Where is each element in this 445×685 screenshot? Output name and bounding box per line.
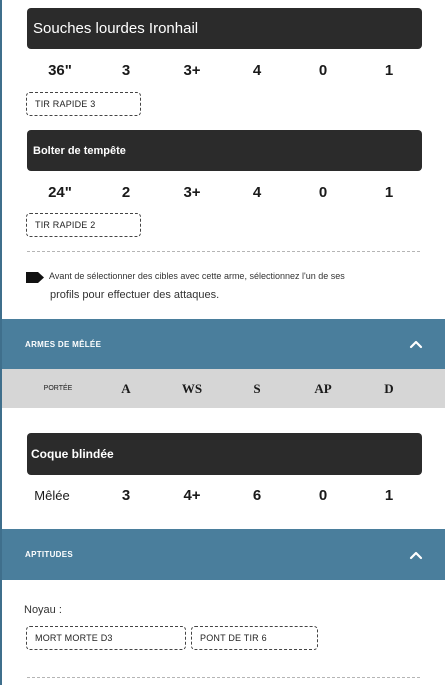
weapon-name-bar: Bolter de tempête <box>27 130 422 171</box>
stat-attacks: 3 <box>121 487 131 504</box>
header-range: PORTÉE <box>43 385 73 392</box>
stat-ap: 0 <box>318 487 328 504</box>
divider <box>27 677 420 678</box>
ability-tag[interactable]: PONT DE TIR 6 <box>191 626 318 650</box>
weapon-name: Coque blindée <box>31 447 114 461</box>
stat-damage: 1 <box>384 184 394 201</box>
weapon-stats-row: 36" 3 3+ 4 0 1 <box>0 59 445 83</box>
weapon-name-bar: Souches lourdes Ironhail <box>27 8 422 49</box>
weapon-name: Bolter de tempête <box>33 144 126 157</box>
header-damage: D <box>384 381 394 396</box>
header-ap: AP <box>314 381 332 396</box>
stat-ap: 0 <box>318 62 328 79</box>
notice-line-2: profils pour effectuer des attaques. <box>50 289 220 301</box>
weapon-name: Souches lourdes Ironhail <box>33 20 199 37</box>
divider <box>27 251 420 252</box>
core-label: Noyau : <box>24 604 62 616</box>
stat-ap: 0 <box>318 184 328 201</box>
stat-range: Mêlée <box>34 488 70 503</box>
weapon-keyword-tag[interactable]: TIR RAPIDE 2 <box>26 213 141 237</box>
stat-damage: 1 <box>384 487 394 504</box>
stat-damage: 1 <box>384 62 394 79</box>
stat-strength: 4 <box>252 62 262 79</box>
section-title: ARMES DE MÊLÉE <box>25 339 102 349</box>
section-title: APTITUDES <box>25 550 74 559</box>
stat-attacks: 2 <box>121 184 131 201</box>
header-attacks: A <box>121 381 131 396</box>
stat-range: 24" <box>48 184 72 201</box>
arrow-tag-icon <box>26 272 44 283</box>
chevron-up-icon[interactable] <box>409 548 423 562</box>
ability-tag[interactable]: MORT MORTE D3 <box>26 626 186 650</box>
header-strength: S <box>253 381 261 396</box>
abilities-section-header[interactable]: APTITUDES <box>2 529 445 580</box>
weapon-name-bar: Coque blindée <box>27 433 422 475</box>
weapon-keyword-tag[interactable]: TIR RAPIDE 3 <box>26 92 141 116</box>
stat-skill: 3+ <box>183 184 201 201</box>
chevron-up-icon[interactable] <box>409 337 423 351</box>
stat-attacks: 3 <box>121 62 131 79</box>
header-skill: WS <box>181 381 203 396</box>
stat-strength: 4 <box>252 184 262 201</box>
weapon-stats-row: Mêlée 3 4+ 6 0 1 <box>0 484 445 508</box>
stat-skill: 4+ <box>183 487 201 504</box>
stat-skill: 3+ <box>183 62 201 79</box>
stat-strength: 6 <box>252 487 262 504</box>
melee-column-headers: PORTÉE A WS S AP D <box>2 369 445 408</box>
melee-section-header[interactable]: ARMES DE MÊLÉE <box>2 319 445 369</box>
weapon-stats-row: 24" 2 3+ 4 0 1 <box>0 181 445 205</box>
notice-line-1: Avant de sélectionner des cibles avec ce… <box>49 271 345 281</box>
stat-range: 36" <box>48 62 72 79</box>
